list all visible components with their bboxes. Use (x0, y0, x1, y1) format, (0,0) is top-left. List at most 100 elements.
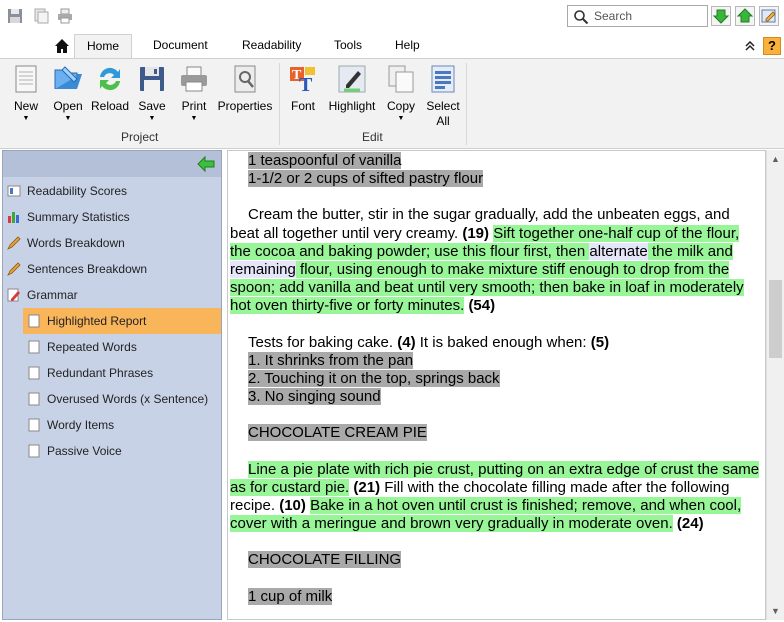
sidebar-item-words-breakdown[interactable]: Words Breakdown (7, 230, 219, 256)
document-view[interactable]: 1 teaspoonful of vanilla 1-1/2 or 2 cups… (227, 150, 766, 620)
scroll-thumb[interactable] (769, 280, 782, 358)
word-count: (4) (397, 333, 416, 351)
sidebar-item-readability-scores[interactable]: Readability Scores (7, 178, 219, 204)
previous-result-button[interactable] (735, 6, 755, 26)
save-label: Save (138, 99, 166, 113)
print-button[interactable]: Print ▼ (176, 63, 212, 122)
new-label: New (13, 99, 38, 113)
search-icon (574, 10, 589, 25)
open-button[interactable]: Open ▼ (50, 63, 86, 122)
font-icon: TT (290, 67, 315, 95)
select-all-button[interactable]: Select All (424, 63, 462, 128)
sidebar-item-overused-words[interactable]: Overused Words (x Sentence) (27, 386, 221, 412)
properties-label: Properties (217, 99, 273, 113)
sidebar-item-label: Grammar (27, 288, 78, 302)
vertical-scrollbar[interactable]: ▲ ▼ (766, 150, 784, 620)
arrow-up-icon (736, 8, 754, 23)
tab-help[interactable]: Help (395, 34, 420, 58)
arrow-down-icon (712, 9, 730, 24)
dropdown-arrow-icon: ▼ (190, 115, 198, 122)
bar-chart-icon (8, 211, 19, 223)
highlight-button[interactable]: Highlight (324, 63, 380, 113)
collapse-ribbon-icon[interactable] (745, 41, 755, 51)
properties-button[interactable]: Properties (216, 63, 274, 113)
quick-access-toolbar: Search (0, 0, 784, 34)
search-box[interactable]: Search (567, 5, 708, 27)
sidebar-item-summary-statistics[interactable]: Summary Statistics (7, 204, 219, 230)
sidebar-item-label: Wordy Items (47, 418, 115, 432)
save-icon[interactable] (7, 8, 23, 24)
new-button[interactable]: New ▼ (8, 63, 44, 122)
page-icon (28, 444, 40, 458)
pencil-icon (7, 262, 21, 276)
sentence: It is baked enough when: (419, 333, 587, 351)
reload-label: Reload (90, 99, 130, 113)
highlighted-sentence: Bake in a hot oven until crust is finish… (230, 497, 742, 533)
tab-tools[interactable]: Tools (334, 34, 362, 58)
tab-document[interactable]: Document (153, 34, 208, 58)
sidebar-item-wordy-items[interactable]: Wordy Items (27, 412, 221, 438)
page-icon (28, 366, 40, 380)
tab-readability[interactable]: Readability (242, 34, 301, 58)
search-input[interactable]: Search (594, 9, 632, 23)
highlighted-sentence: the milk and (651, 242, 733, 260)
print-icon[interactable] (57, 8, 73, 24)
copy-pages-icon[interactable] (33, 8, 49, 24)
print-label: Print (181, 99, 207, 113)
copy-button[interactable]: Copy ▼ (384, 63, 418, 122)
page-icon (28, 340, 40, 354)
edit-group-label: Edit (362, 130, 383, 144)
pencil-icon (7, 236, 21, 250)
dropdown-arrow-icon: ▼ (22, 115, 30, 122)
sidebar-item-grammar[interactable]: Grammar (7, 282, 219, 308)
new-document-icon (15, 65, 37, 93)
font-button[interactable]: TT Font (286, 63, 320, 113)
ribbon-group-separator (466, 63, 467, 145)
properties-icon (234, 65, 256, 93)
sentence: Tests for baking cake. (248, 333, 394, 351)
back-arrow-icon[interactable] (197, 155, 215, 173)
sidebar-item-label: Passive Voice (47, 444, 122, 458)
open-folder-icon (54, 66, 82, 89)
copy-icon (388, 65, 414, 93)
highlighted-report-text[interactable]: 1 teaspoonful of vanilla 1-1/2 or 2 cups… (230, 151, 760, 606)
page-icon (28, 392, 40, 406)
sidebar-item-label: Highlighted Report (47, 314, 147, 328)
sidebar: Readability Scores Summary Statistics Wo… (2, 150, 222, 620)
word-count: (10) (279, 497, 306, 515)
reload-icon (100, 67, 120, 91)
ingredient-line: 1 teaspoonful of vanilla (248, 152, 402, 169)
sidebar-item-redundant-phrases[interactable]: Redundant Phrases (27, 360, 221, 386)
sidebar-item-highlighted-report[interactable]: Highlighted Report (23, 308, 221, 334)
word-count: (24) (676, 515, 704, 533)
select-all-icon (431, 65, 455, 93)
sidebar-item-label: Overused Words (x Sentence) (47, 392, 209, 406)
all-label: All (436, 114, 450, 128)
word-count: (5) (590, 333, 610, 351)
sidebar-item-label: Readability Scores (27, 184, 128, 198)
ingredient-line: 1 cup of milk (248, 587, 333, 605)
word-count: (21) (353, 478, 381, 496)
next-result-button[interactable] (711, 6, 731, 26)
help-button[interactable]: ? (763, 37, 781, 55)
sidebar-item-sentences-breakdown[interactable]: Sentences Breakdown (7, 256, 219, 282)
tab-home[interactable]: Home (74, 34, 132, 58)
sidebar-item-label: Summary Statistics (27, 210, 130, 224)
reload-button[interactable]: Reload (90, 63, 130, 113)
section-heading: CHOCOLATE CREAM PIE (248, 424, 427, 442)
scroll-down-icon[interactable]: ▼ (771, 606, 780, 616)
save-floppy-icon (140, 67, 164, 91)
save-button[interactable]: Save ▼ (134, 63, 170, 122)
ribbon: New ▼ Open ▼ Reload Save ▼ Print ▼ Prope… (0, 58, 784, 149)
flagged-word: remaining (230, 261, 296, 279)
search-options-button[interactable] (759, 6, 779, 26)
sidebar-header (3, 151, 221, 177)
sidebar-item-passive-voice[interactable]: Passive Voice (27, 438, 221, 464)
copy-label: Copy (386, 99, 415, 113)
readability-scores-icon (7, 185, 21, 197)
sidebar-item-label: Sentences Breakdown (27, 262, 148, 276)
sidebar-item-repeated-words[interactable]: Repeated Words (27, 334, 221, 360)
scroll-up-icon[interactable]: ▲ (771, 154, 780, 164)
ribbon-group-separator (279, 63, 280, 145)
home-icon[interactable] (54, 38, 70, 54)
